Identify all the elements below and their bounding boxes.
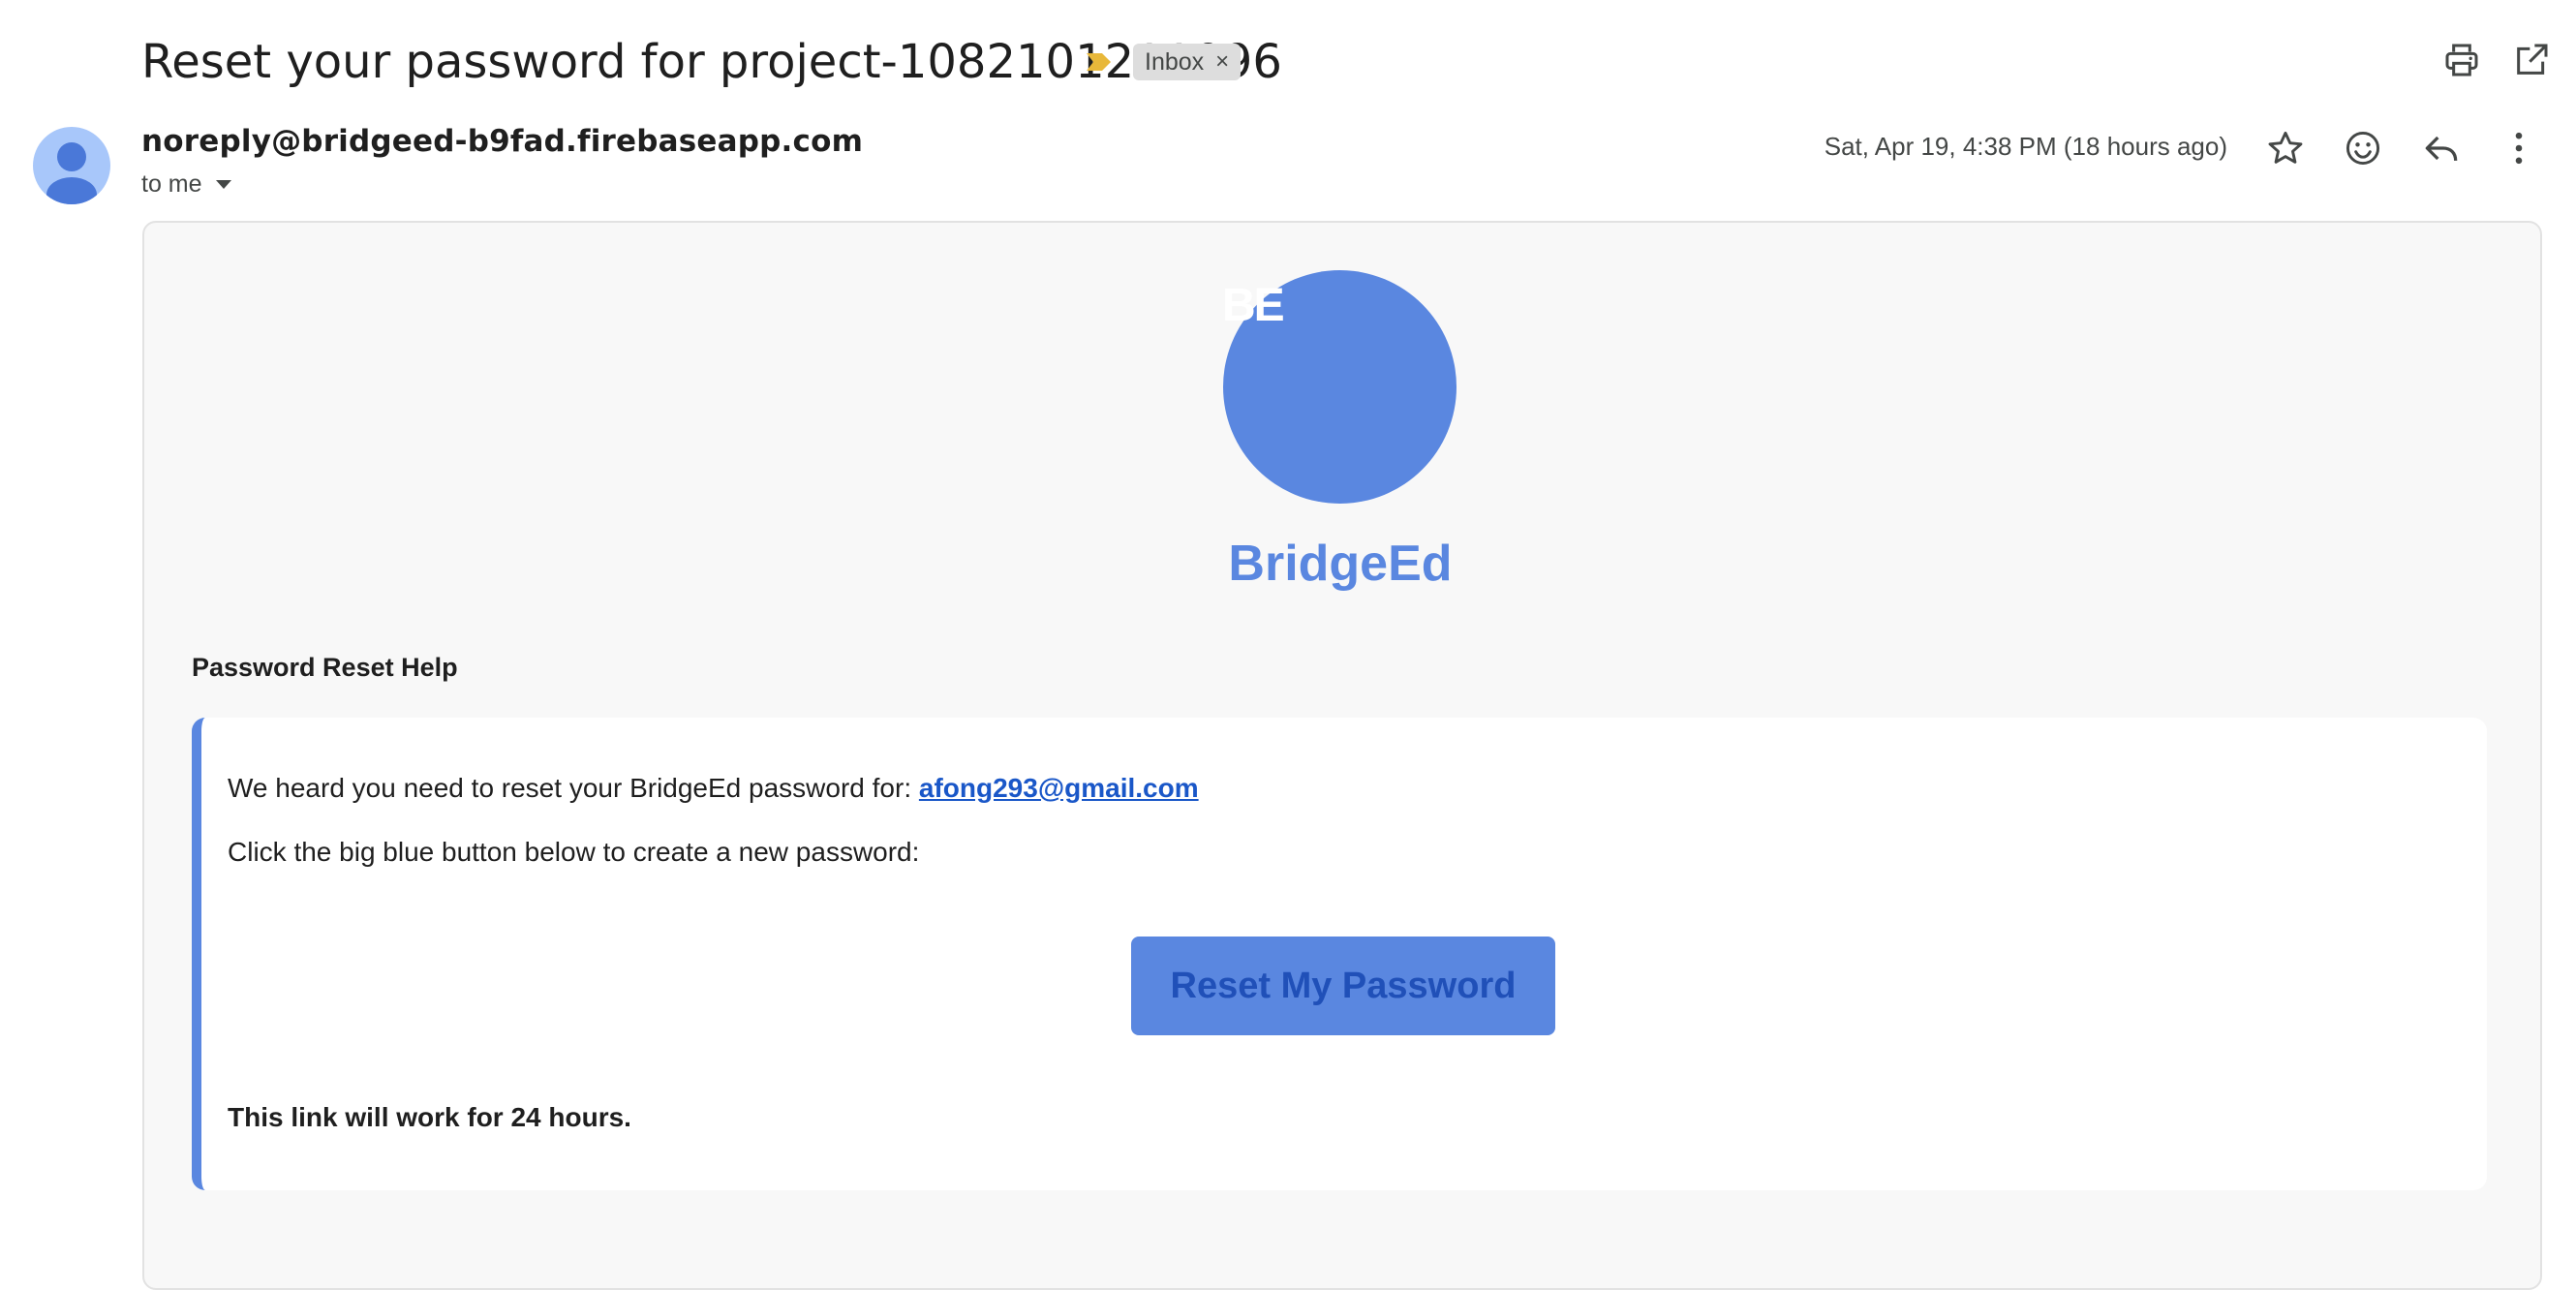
remove-label-icon[interactable]: ×	[1215, 48, 1229, 76]
reset-instruction: Click the big blue button below to creat…	[228, 837, 920, 867]
sender-address[interactable]: noreply@bridgeed-b9fad.firebaseapp.com	[141, 124, 863, 159]
recipient-text: to me	[141, 170, 202, 198]
inbox-label-text: Inbox	[1145, 47, 1205, 76]
brand-logo-initials: BE	[1222, 280, 1285, 331]
caret-down-icon	[215, 180, 231, 189]
account-email-link[interactable]: afong293@gmail.com	[919, 773, 1199, 803]
more-vert-icon[interactable]	[2498, 127, 2540, 169]
email-date: Sat, Apr 19, 4:38 PM (18 hours ago)	[1824, 132, 2227, 161]
open-in-new-window-icon[interactable]	[2512, 41, 2551, 79]
default-avatar-icon	[46, 142, 97, 204]
reply-icon[interactable]	[2420, 127, 2463, 169]
star-icon[interactable]	[2264, 127, 2307, 169]
reset-intro-text: We heard you need to reset your BridgeEd…	[228, 773, 1199, 804]
inbox-label-chip[interactable]: Inbox ×	[1133, 44, 1242, 80]
print-icon[interactable]	[2442, 41, 2481, 79]
sender-avatar[interactable]	[33, 127, 110, 204]
link-expiry-note: This link will work for 24 hours.	[228, 1102, 631, 1132]
password-reset-heading: Password Reset Help	[192, 653, 458, 682]
recipient-details-toggle[interactable]: to me	[141, 170, 231, 199]
reset-password-button[interactable]: Reset My Password	[1131, 937, 1555, 1035]
intro-text: We heard you need to reset your BridgeEd…	[228, 773, 919, 803]
brand-name: BridgeEd	[1228, 536, 1453, 592]
emoji-reaction-icon[interactable]	[2342, 127, 2384, 169]
importance-marker-icon[interactable]	[1085, 50, 1114, 74]
